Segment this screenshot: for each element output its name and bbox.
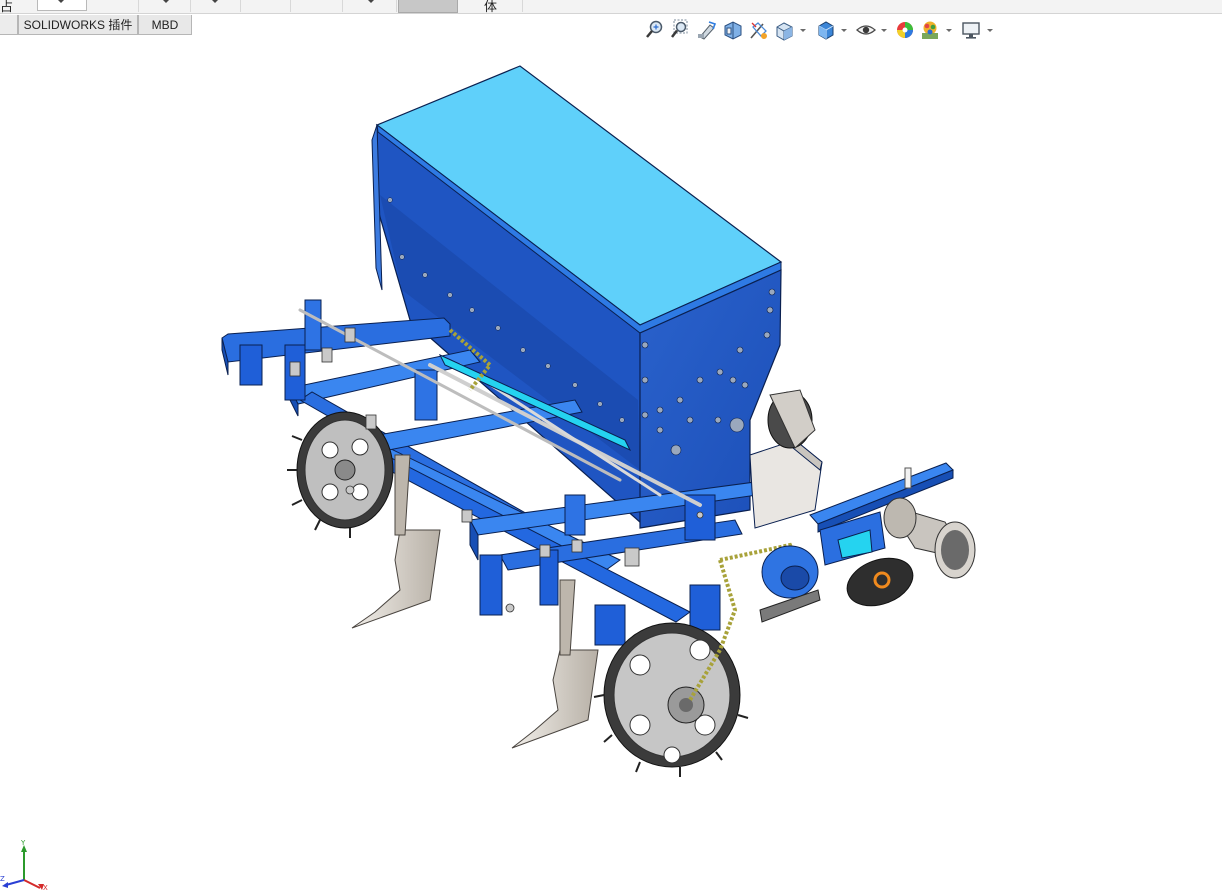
triad-y-label: Y	[20, 840, 26, 847]
ribbon-cell[interactable]	[192, 0, 241, 12]
seed-hopper[interactable]	[371, 65, 783, 529]
tab-edge[interactable]	[0, 15, 18, 35]
ribbon-dropdown-arrow[interactable]	[58, 0, 64, 3]
chevron-down-icon[interactable]	[946, 29, 952, 32]
cover-disc[interactable]	[841, 550, 920, 615]
drive-wheel-right[interactable]	[593, 622, 749, 777]
ribbon-left-fragment: 占	[0, 0, 14, 14]
tab-mbd[interactable]: MBD	[138, 15, 192, 35]
ribbon-cell[interactable]	[88, 0, 139, 12]
drive-wheel-left[interactable]	[287, 411, 394, 538]
ribbon-cell[interactable]	[458, 0, 523, 12]
triad-z-label: Z	[0, 875, 5, 883]
graphics-area[interactable]: Y X Z	[0, 36, 1222, 890]
tab-solidworks-addins[interactable]: SOLIDWORKS 插件	[18, 15, 138, 35]
chevron-down-icon[interactable]	[841, 29, 847, 32]
ribbon-cell[interactable]	[140, 0, 191, 12]
ribbon-active-button[interactable]	[398, 0, 458, 13]
seeder-assembly-model[interactable]	[0, 36, 1222, 885]
ribbon-strip: 占 体	[0, 0, 1222, 14]
press-roller-rear[interactable]	[767, 389, 816, 449]
ribbon-cell[interactable]	[242, 0, 291, 12]
ribbon-cell[interactable]	[292, 0, 343, 12]
chevron-down-icon[interactable]	[987, 29, 993, 32]
reference-triad: Y X Z	[0, 840, 48, 890]
chevron-down-icon[interactable]	[800, 29, 806, 32]
ribbon-cell[interactable]	[344, 0, 397, 12]
chevron-down-icon[interactable]	[881, 29, 887, 32]
sprocket-hub[interactable]	[759, 545, 821, 623]
